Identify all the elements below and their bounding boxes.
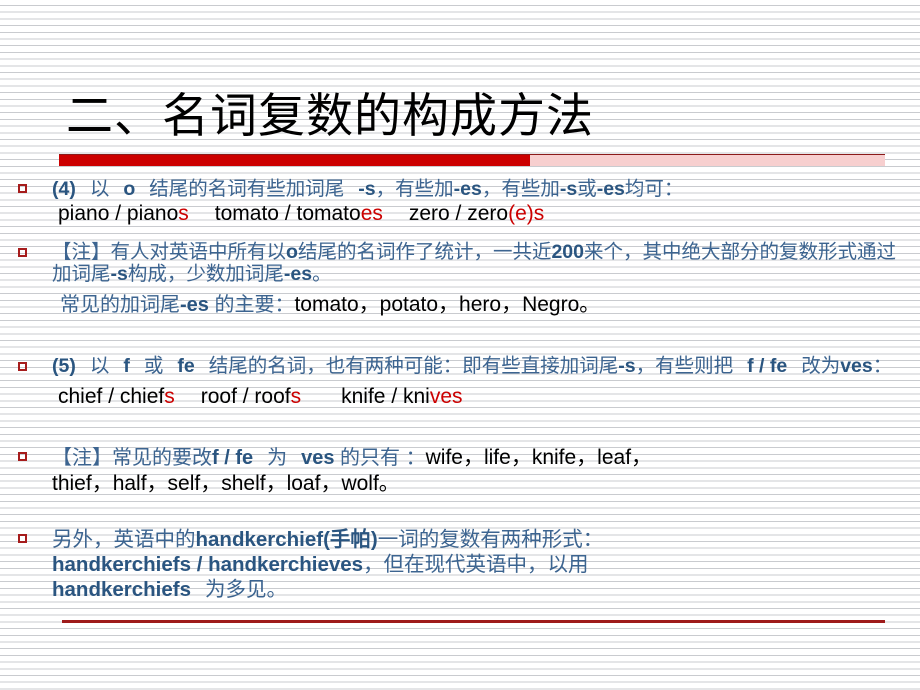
b2-l2-t2: -es — [180, 294, 209, 316]
b3-ex1-suffix: s — [164, 385, 175, 408]
b1-ex3: zero / zero — [408, 202, 509, 225]
title-accent-bar — [59, 155, 530, 166]
block1-examples: piano / pianos tomato / tomatoes zero / ze… — [52, 201, 904, 227]
b1-l1-t1: (4) — [52, 178, 76, 200]
slide-canvas: 二、名词复数的构成方法 (4) 以 o 结尾的名词有些加词尾 -s，有些加-es，有些加… — [0, 0, 920, 690]
b2-l1-t8: -es — [283, 263, 313, 285]
bullet-marker-5 — [18, 534, 27, 543]
b1-l1-t12: 均可： — [624, 178, 684, 200]
block5-line3: handkerchiefs 为多见。 — [52, 577, 904, 602]
block5-line1: 另外，英语中的handkerchief(手帕)一词的复数有两种形式： — [52, 527, 904, 552]
b2-l2-t3: 的主要： — [208, 294, 295, 316]
b3-l1-t10: 改为 — [801, 355, 841, 377]
b2-l1-t1: 【注】有人对英语中所有以 — [52, 241, 287, 263]
b2-l2-t1: 常见的加词尾 — [60, 294, 180, 316]
b4-l2-examples: thief，half，self，shelf，loaf，wolf。 — [52, 472, 400, 495]
block3-examples: chief / chiefs roof / roofs knife / knives — [52, 384, 904, 410]
b3-l1-t3: f — [123, 355, 130, 377]
b5-l3-t2: 为多见。 — [205, 578, 287, 601]
b1-ex2-suffix: es — [360, 202, 383, 225]
b2-l1-t6: -s — [110, 263, 128, 285]
b1-l1-t11: -es — [596, 178, 625, 200]
b4-l1-t4: ves — [301, 447, 335, 469]
b3-ex3-suffix: ves — [429, 385, 463, 408]
b5-l1-t1: 另外，英语中的 — [52, 528, 196, 551]
b2-l1-t7: 构成，少数加词尾 — [127, 263, 284, 285]
block3-line1: (5) 以 f 或 fe 结尾的名词，也有两种可能：即有些直接加词尾-s，有些则把 f / … — [52, 355, 904, 378]
b5-l1-t3: 一词的复数有两种形式： — [377, 528, 604, 551]
b2-l1-t4: 200 — [551, 241, 584, 263]
b1-l1-t4: 结尾的名词有些加词尾 — [149, 178, 345, 200]
block5-line2: handkerchiefs / handkerchieves，但在现代英语中，以… — [52, 552, 904, 577]
b3-l1-t1: (5) — [52, 355, 76, 377]
b3-l1-t9: f / fe — [747, 355, 788, 377]
page-title: 二、名词复数的构成方法 — [66, 91, 594, 143]
b1-l1-t2: 以 — [89, 178, 110, 200]
content-block-4: 【注】常见的要改f / fe 为 ves 的只有 ：wife，life，knife，… — [52, 445, 904, 497]
b4-l1-t5: 的只有 ： — [334, 447, 426, 469]
b3-l1-t6: 结尾的名词，也有两种可能：即有些直接加词尾 — [208, 355, 619, 377]
b3-l1-t11: ves — [840, 355, 873, 377]
b3-ex2-suffix: s — [290, 385, 302, 408]
title-light-bar — [530, 155, 885, 166]
b3-l1-t2: 以 — [89, 355, 110, 377]
bullet-marker-3 — [18, 362, 27, 371]
b5-l2-t1: handkerchiefs / handkerchieves — [52, 553, 364, 576]
b4-l1-examples: wife，life，knife，leaf， — [425, 446, 653, 469]
bullet-marker-4 — [18, 452, 27, 461]
b2-l1-t2: o — [286, 241, 298, 263]
bullet-marker-1 — [18, 184, 27, 193]
b2-l1-t9: 。 — [312, 263, 332, 285]
block1-line1: (4) 以 o 结尾的名词有些加词尾 -s，有些加-es，有些加-s或-es均可： — [52, 178, 904, 201]
b1-l1-t10: 或 — [577, 178, 597, 200]
content-block-1: (4) 以 o 结尾的名词有些加词尾 -s，有些加-es，有些加-s或-es均可： pi… — [52, 178, 904, 227]
b1-l1-t8: ，有些加 — [481, 178, 560, 200]
bottom-accent-rule — [62, 620, 885, 623]
block2-line2: 常见的加词尾-es 的主要：tomato，potato，hero，Negro。 — [52, 291, 904, 319]
b5-l1-t2: handkerchief(手帕) — [195, 528, 378, 551]
b3-l1-t8: ，有些则把 — [635, 355, 734, 377]
block4-line1: 【注】常见的要改f / fe 为 ves 的只有 ：wife，life，knife，… — [52, 445, 904, 471]
b4-l1-t3: 为 — [267, 447, 288, 469]
b1-ex1: piano / piano — [58, 202, 179, 225]
content-block-5: 另外，英语中的handkerchief(手帕)一词的复数有两种形式： handk… — [52, 527, 904, 602]
b1-ex2: tomato / tomato — [214, 202, 361, 225]
b4-l1-t1: 【注】常见的要改 — [52, 447, 212, 469]
b3-ex3: knife / kni — [341, 385, 430, 408]
b1-l1-t6: ，有些加 — [375, 178, 454, 200]
b3-l1-t4: 或 — [143, 355, 164, 377]
b3-ex2: roof / roof — [200, 385, 291, 408]
b3-l1-t7: -s — [618, 355, 636, 377]
content-block-2: 【注】有人对英语中所有以o结尾的名词作了统计，一共近200来个，其中绝大部分的复… — [52, 241, 904, 319]
b1-l1-t9: -s — [559, 178, 578, 200]
b1-ex1-suffix: s — [178, 202, 189, 225]
b1-ex3-suffix: (e)s — [508, 202, 545, 225]
b3-ex1: chief / chief — [58, 385, 165, 408]
b3-l1-t12: ： — [872, 355, 893, 377]
bullet-marker-2 — [18, 248, 27, 257]
b2-l1-t3: 结尾的名词作了统计，一共近 — [297, 241, 552, 263]
b1-l1-t3: o — [123, 178, 136, 200]
b5-l2-t2: ，但在现代英语中，以用 — [363, 553, 589, 576]
b2-l2-examples: tomato，potato，hero，Negro。 — [294, 293, 601, 316]
b4-l1-t2: f / fe — [212, 447, 254, 469]
content-block-3: (5) 以 f 或 fe 结尾的名词，也有两种可能：即有些直接加词尾-s，有些则把 f / … — [52, 355, 904, 410]
block2-line1: 【注】有人对英语中所有以o结尾的名词作了统计，一共近200来个，其中绝大部分的复… — [52, 241, 904, 285]
b3-l1-t5: fe — [177, 355, 195, 377]
b1-l1-t7: -es — [453, 178, 482, 200]
b1-l1-t5: -s — [358, 178, 376, 200]
block4-line2: thief，half，self，shelf，loaf，wolf。 — [52, 471, 904, 497]
b5-l3-t1: handkerchiefs — [52, 578, 191, 601]
